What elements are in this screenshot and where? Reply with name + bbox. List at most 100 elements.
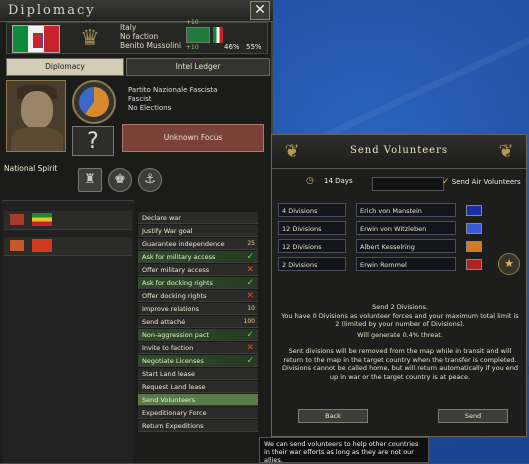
action-invite-to-faction[interactable]: Invite to faction ✕ bbox=[138, 342, 258, 354]
action-offer-docking-rights[interactable]: Offer docking rights ✕ bbox=[138, 290, 258, 302]
diplomatic-actions-list: Declare war Justify War goal Guarantee i… bbox=[138, 212, 258, 463]
action-offer-military-access[interactable]: Offer military access ✕ bbox=[138, 264, 258, 276]
action-label: Offer military access bbox=[142, 266, 210, 274]
transfer-time-row: ◷ 14 Days ✓ Send Air Volunteers bbox=[276, 175, 524, 191]
clock-icon: ◷ bbox=[306, 176, 314, 186]
action-send-attache[interactable]: Send attaché 100 bbox=[138, 316, 258, 328]
diplomacy-titlebar: Diplomacy ✕ bbox=[0, 0, 273, 22]
party-name: Partito Nazionale Fascista bbox=[128, 86, 218, 94]
send-volunteers-tooltip: We can send volunteers to help other cou… bbox=[259, 437, 429, 464]
relation-row[interactable] bbox=[4, 237, 132, 256]
check-icon: ✓ bbox=[246, 356, 254, 366]
transfer-progress-bar bbox=[372, 177, 444, 191]
tab-diplomacy[interactable]: Diplomacy bbox=[6, 58, 124, 76]
action-declare-war[interactable]: Declare war bbox=[138, 212, 258, 224]
spirit-leader-icon[interactable]: ♜ bbox=[78, 168, 102, 192]
division-commander: Albert Kesselring bbox=[356, 239, 456, 253]
country-faction: No faction bbox=[120, 32, 159, 41]
action-guarantee-independence[interactable]: Guarantee independence 25 bbox=[138, 238, 258, 250]
country-name: Italy bbox=[120, 23, 137, 32]
action-improve-relations[interactable]: Improve relations 10 bbox=[138, 303, 258, 315]
action-negotiate-licenses[interactable]: Negotiate Licenses ✓ bbox=[138, 355, 258, 367]
country-summary: Italy No faction Benito Mussolini bbox=[120, 23, 181, 50]
division-commander: Erwin von Witzleben bbox=[356, 221, 456, 235]
send-air-volunteers-checkbox[interactable]: ✓ Send Air Volunteers bbox=[442, 177, 521, 187]
action-ask-military-access[interactable]: Ask for military access ✓ bbox=[138, 251, 258, 263]
division-row[interactable]: 12 Divisions Erwin von Witzleben bbox=[278, 221, 494, 235]
opinion-flag-icon bbox=[186, 27, 210, 43]
party-ideology: Fascist bbox=[128, 95, 152, 103]
action-expeditionary-force[interactable]: Expeditionary Force bbox=[138, 407, 258, 419]
back-button[interactable]: Back bbox=[298, 409, 368, 423]
send-button[interactable]: Send bbox=[438, 409, 508, 423]
division-color-swatch bbox=[466, 205, 482, 216]
action-non-aggression-pact[interactable]: Non-aggression pact ✓ bbox=[138, 329, 258, 341]
division-color-swatch bbox=[466, 259, 482, 270]
action-cost: 100 bbox=[243, 318, 255, 325]
albania-flag-icon bbox=[32, 239, 52, 252]
national-spirit-label: National Spirit bbox=[4, 164, 58, 173]
diplomacy-title: Diplomacy bbox=[8, 3, 96, 18]
tab-intel-ledger[interactable]: Intel Ledger bbox=[126, 58, 270, 76]
country-leader: Benito Mussolini bbox=[120, 41, 182, 50]
action-label: Return Expeditions bbox=[142, 422, 204, 430]
cross-icon: ✕ bbox=[246, 291, 254, 301]
unknown-focus-button[interactable]: Unknown Focus bbox=[122, 124, 264, 152]
action-request-land-lease[interactable]: Request Land lease bbox=[138, 381, 258, 393]
action-label: Send Volunteers bbox=[142, 396, 196, 404]
summary-threat: Will generate 0.4% threat. bbox=[357, 330, 443, 339]
action-label: Ask for military access bbox=[142, 253, 216, 261]
eagle-emblem-icon: ♛ bbox=[80, 26, 100, 51]
spirit-crown-icon[interactable]: ♚ bbox=[108, 168, 132, 192]
division-color-swatch bbox=[466, 241, 482, 252]
check-icon: ✓ bbox=[246, 252, 254, 262]
division-row[interactable]: 4 Divisions Erich von Manstein bbox=[278, 203, 494, 217]
italy-flag bbox=[12, 25, 60, 53]
war-support-value: 55% bbox=[246, 43, 262, 51]
italy-mini-flag-icon bbox=[213, 27, 223, 43]
party-info: Partito Nazionale Fascista Fascist No El… bbox=[128, 86, 217, 113]
action-label: Send attaché bbox=[142, 318, 186, 326]
small-stat-a: +10 bbox=[186, 19, 199, 26]
division-row-selected[interactable]: 2 Divisions Erwin Rommel bbox=[278, 257, 494, 271]
cross-icon: ✕ bbox=[246, 265, 254, 275]
action-label: Guarantee independence bbox=[142, 240, 225, 248]
send-air-volunteers-label: Send Air Volunteers bbox=[451, 178, 521, 186]
relations-list bbox=[2, 200, 134, 463]
action-label: Offer docking rights bbox=[142, 292, 207, 300]
action-label: Improve relations bbox=[142, 305, 199, 313]
send-volunteers-title: Send Volunteers bbox=[350, 145, 448, 156]
division-count: 12 Divisions bbox=[278, 239, 346, 253]
diplomacy-panel: Diplomacy ✕ ♛ Italy No faction Benito Mu… bbox=[0, 0, 273, 463]
spirit-ship-icon[interactable]: ⚓ bbox=[138, 168, 162, 192]
party-elections: No Elections bbox=[128, 104, 172, 112]
action-send-volunteers[interactable]: Send Volunteers bbox=[138, 394, 258, 406]
action-ask-docking-rights[interactable]: Ask for docking rights ✓ bbox=[138, 277, 258, 289]
division-count: 4 Divisions bbox=[278, 203, 346, 217]
faction-flag-icon bbox=[10, 214, 24, 225]
send-volunteers-dialog: ❦ Send Volunteers ❦ ◷ 14 Days ✓ Send Air… bbox=[271, 134, 527, 437]
summary-transit-info: Sent divisions will be removed from the … bbox=[281, 347, 519, 381]
relation-row[interactable] bbox=[4, 211, 132, 230]
action-label: Start Land lease bbox=[142, 370, 196, 378]
action-cost: 25 bbox=[247, 240, 255, 247]
send-volunteers-header: ❦ Send Volunteers ❦ bbox=[272, 135, 526, 169]
action-start-land-lease[interactable]: Start Land lease bbox=[138, 368, 258, 380]
volunteer-summary: Send 2 Divisions. You have 0 Divisions a… bbox=[280, 303, 520, 381]
action-label: Declare war bbox=[142, 214, 181, 222]
leader-portrait bbox=[6, 80, 66, 152]
close-button[interactable]: ✕ bbox=[250, 1, 270, 20]
action-label: Justify War goal bbox=[142, 227, 193, 235]
action-label: Expeditionary Force bbox=[142, 409, 207, 417]
action-return-expeditions[interactable]: Return Expeditions bbox=[138, 420, 258, 432]
division-row[interactable]: 12 Divisions Albert Kesselring bbox=[278, 239, 494, 253]
action-justify-war-goal[interactable]: Justify War goal bbox=[138, 225, 258, 237]
transfer-days: 14 Days bbox=[324, 177, 353, 185]
division-commander: Erwin Rommel bbox=[356, 257, 456, 271]
division-commander: Erich von Manstein bbox=[356, 203, 456, 217]
faction-flag-icon bbox=[10, 240, 24, 251]
ethiopia-flag-icon bbox=[32, 213, 52, 226]
wreath-right-icon: ❦ bbox=[498, 141, 514, 162]
action-label: Ask for docking rights bbox=[142, 279, 213, 287]
cross-icon: ✕ bbox=[246, 343, 254, 353]
